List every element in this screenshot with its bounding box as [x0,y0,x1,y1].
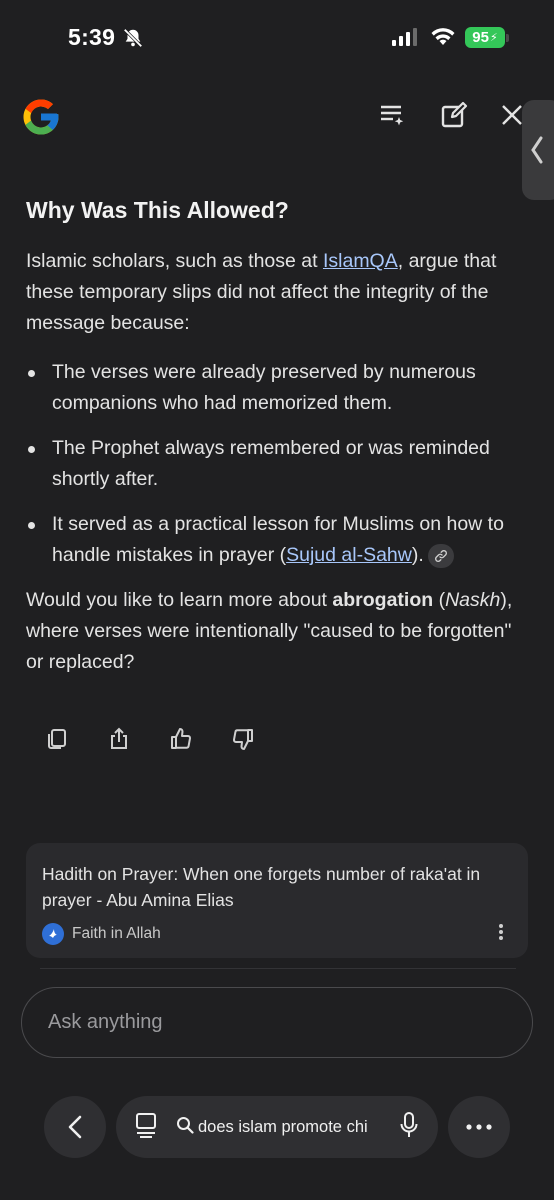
source-link-icon[interactable] [427,543,454,568]
source-site-name: Faith in Allah [72,925,161,942]
back-button[interactable] [44,1096,106,1158]
tabs-icon[interactable] [134,1112,158,1143]
status-time: 5:39 [68,24,116,50]
list-item: The Prophet always remembered or was rem… [26,433,526,495]
charging-bolt-icon: ⚡ [489,32,498,44]
chevron-left-icon [531,136,543,164]
answer-intro: Islamic scholars, such as those at Islam… [26,246,526,339]
followup-question: Would you like to learn more about abrog… [26,585,526,678]
followup-bold: abrogation [332,589,434,611]
intro-text-start: Islamic scholars, such as those at [26,250,323,272]
more-vertical-icon[interactable] [498,923,504,946]
battery-indicator: 95 ⚡ [465,27,505,48]
chevron-left-icon [68,1115,82,1139]
divider [40,968,516,969]
answer-actions [42,724,258,754]
playlist-sparkle-icon[interactable] [377,100,407,130]
islamqa-link[interactable]: IslamQA [323,250,398,272]
edit-icon[interactable] [439,100,469,130]
list-item: It served as a practical lesson for Musl… [26,509,526,571]
bullet-text: The Prophet always remembered or was rem… [52,437,490,490]
faith-in-allah-favicon-icon [42,923,64,945]
followup-italic: Naskh [445,589,501,611]
source-title: Hadith on Prayer: When one forgets numbe… [42,864,481,910]
search-query-pill[interactable]: does islam promote chi [116,1096,438,1158]
battery-level: 95 [472,29,489,46]
bullet-dot [28,522,35,529]
answer-bullets: The verses were already preserved by num… [26,357,526,571]
share-icon[interactable] [104,724,134,754]
source-card[interactable]: Hadith on Prayer: When one forgets numbe… [26,843,528,958]
copy-icon[interactable] [42,724,72,754]
search-query-text: does islam promote chi [198,1117,368,1136]
bullet-dot [28,370,35,377]
list-item: The verses were already preserved by num… [26,357,526,419]
bullet-dot [28,446,35,453]
thumbs-down-icon[interactable] [228,724,258,754]
screen: 5:39 95 ⚡ Why Was This Allowed? Islamic … [0,0,554,1200]
microphone-icon[interactable] [400,1111,418,1143]
sujud-al-sahw-link[interactable]: Sujud al-Sahw [286,544,412,566]
wifi-icon [430,26,456,51]
answer-heading: Why Was This Allowed? [26,197,289,223]
battery-cap [506,34,509,42]
answer-content: Why Was This Allowed? Islamic scholars, … [26,194,526,678]
more-horizontal-icon [466,1124,492,1130]
source-meta: Faith in Allah [42,923,512,945]
ask-input-placeholder: Ask anything [48,1011,163,1033]
signal-icon [392,28,418,51]
more-horizontal-button[interactable] [448,1096,510,1158]
search-icon [176,1116,194,1139]
followup-text-start: Would you like to learn more about [26,589,333,611]
bell-slash-icon [122,27,144,54]
followup-open-paren: ( [433,589,446,611]
thumbs-up-icon[interactable] [166,724,196,754]
side-panel-handle[interactable] [522,100,554,200]
bullet-text: The verses were already preserved by num… [52,361,476,414]
ask-input[interactable]: Ask anything [21,987,533,1058]
bullet-text-end: ). [411,544,424,566]
google-g-icon[interactable] [20,96,62,143]
